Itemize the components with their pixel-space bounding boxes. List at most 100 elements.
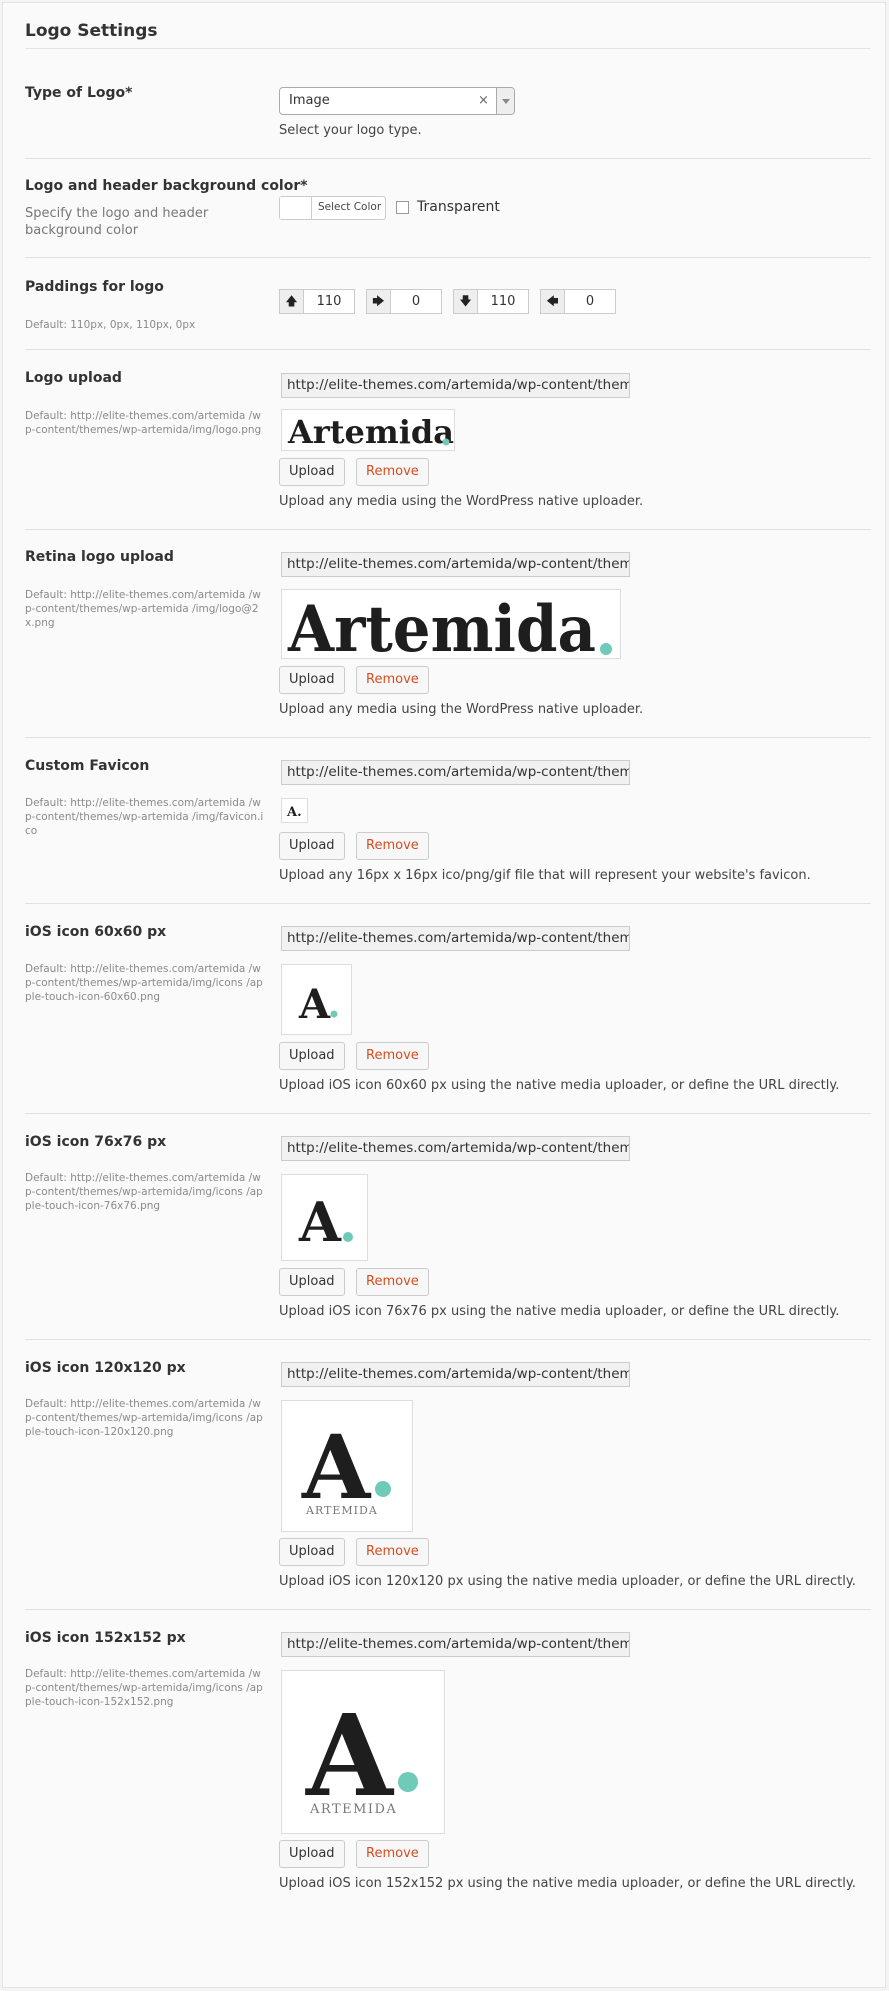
divider [25,737,871,738]
transparent-label[interactable]: Transparent [417,199,500,215]
logo-type-selected: Image [289,93,330,108]
ios-152-hint: Upload iOS icon 152x152 px using the nat… [279,1876,856,1891]
divider [25,349,871,350]
padding-top-field[interactable]: 🡅 110 [279,289,355,314]
ios-120-default: Default: http://elite-themes.com/artemid… [25,1398,263,1438]
divider [25,158,871,159]
color-swatch [280,197,312,219]
ios-152-url-input[interactable]: http://elite-themes.com/artemida/wp-cont… [281,1632,630,1657]
retina-logo-preview-image: Artemida [287,592,612,667]
logo-upload-default: Default: http://elite-themes.com/artemid… [25,410,262,436]
ios-60-hint: Upload iOS icon 60x60 px using the nativ… [279,1078,840,1093]
padding-right-field[interactable]: 🡆 0 [366,289,442,314]
divider [25,903,871,904]
ios-152-preview-image: A ARTEMIDA [305,1691,418,1822]
ios-120-preview-image: A ARTEMIDA [301,1415,391,1519]
type-of-logo-label: Type of Logo* [25,85,133,101]
svg-text:ARTEMIDA: ARTEMIDA [305,1504,378,1517]
ios-76-preview-image: A [298,1190,353,1254]
svg-text:ARTEMIDA: ARTEMIDA [309,1802,397,1817]
ios-152-preview: A ARTEMIDA [281,1670,445,1834]
title-divider [25,48,871,49]
logo-url-input[interactable]: http://elite-themes.com/artemida/wp-cont… [281,373,630,398]
svg-text:Artemida: Artemida [287,592,596,658]
favicon-hint: Upload any 16px x 16px ico/png/gif file … [279,868,811,883]
retina-logo-default: Default: http://elite-themes.com/artemid… [25,589,261,629]
page-title: Logo Settings [25,21,158,41]
ios-76-hint: Upload iOS icon 76x76 px using the nativ… [279,1304,840,1319]
ios-60-label: iOS icon 60x60 px [25,924,167,940]
ios-76-preview: A [281,1174,368,1261]
padding-bottom-value[interactable]: 110 [478,294,528,309]
select-color-button[interactable]: Select Color [279,196,386,220]
logo-upload-label: Logo upload [25,370,122,386]
ios-152-upload-button[interactable]: Upload [279,1840,345,1868]
retina-logo-preview: Artemida [281,589,621,667]
logo-preview-image: Artemida [287,413,454,451]
select-color-label: Select Color [318,201,382,213]
divider [25,529,871,530]
arrow-down-icon: 🡇 [454,290,478,313]
favicon-preview-image: A. [286,805,302,820]
arrow-right-icon: 🡆 [367,290,391,313]
logo-type-hint: Select your logo type. [279,123,422,138]
ios-120-preview: A ARTEMIDA [281,1400,413,1532]
ios-76-default: Default: http://elite-themes.com/artemid… [25,1172,263,1212]
ios-60-upload-button[interactable]: Upload [279,1042,345,1070]
ios-60-preview-image: A [298,981,338,1028]
ios-152-remove-button[interactable]: Remove [356,1840,429,1868]
ios-60-preview: A [281,964,352,1035]
favicon-preview: A. [281,798,308,823]
retina-logo-hint: Upload any media using the WordPress nat… [279,702,644,717]
favicon-url-input[interactable]: http://elite-themes.com/artemida/wp-cont… [281,760,630,785]
padding-left-value[interactable]: 0 [565,294,615,309]
padding-bottom-field[interactable]: 🡇 110 [453,289,529,314]
svg-text:A.: A. [286,805,302,820]
paddings-label: Paddings for logo [25,279,164,295]
retina-logo-upload-button[interactable]: Upload [279,666,345,694]
padding-left-field[interactable]: 🡄 0 [540,289,616,314]
svg-text:A: A [298,1190,342,1254]
ios-60-url-input[interactable]: http://elite-themes.com/artemida/wp-cont… [281,926,630,951]
svg-text:Artemida: Artemida [287,413,454,450]
arrow-up-icon: 🡅 [280,290,304,313]
retina-logo-remove-button[interactable]: Remove [356,666,429,694]
favicon-label: Custom Favicon [25,758,150,774]
svg-text:A: A [298,981,331,1028]
ios-60-default: Default: http://elite-themes.com/artemid… [25,963,263,1003]
padding-right-value[interactable]: 0 [391,294,441,309]
ios-76-url-input[interactable]: http://elite-themes.com/artemida/wp-cont… [281,1136,630,1161]
favicon-default: Default: http://elite-themes.com/artemid… [25,797,264,837]
chevron-down-icon[interactable] [496,88,514,114]
padding-top-value[interactable]: 110 [304,294,354,309]
ios-120-upload-button[interactable]: Upload [279,1538,345,1566]
ios-76-upload-button[interactable]: Upload [279,1268,345,1296]
retina-logo-url-input[interactable]: http://elite-themes.com/artemida/wp-cont… [281,552,630,577]
divider [25,1339,871,1340]
retina-logo-label: Retina logo upload [25,549,174,565]
divider [25,1113,871,1114]
ios-76-remove-button[interactable]: Remove [356,1268,429,1296]
ios-120-label: iOS icon 120x120 px [25,1360,186,1376]
favicon-remove-button[interactable]: Remove [356,832,429,860]
ios-60-remove-button[interactable]: Remove [356,1042,429,1070]
ios-152-label: iOS icon 152x152 px [25,1630,186,1646]
ios-120-hint: Upload iOS icon 120x120 px using the nat… [279,1574,856,1589]
arrow-left-icon: 🡄 [541,290,565,313]
clear-icon[interactable]: × [478,93,489,108]
logo-preview: Artemida [281,409,455,451]
logo-remove-button[interactable]: Remove [356,458,429,486]
ios-120-remove-button[interactable]: Remove [356,1538,429,1566]
divider [25,1609,871,1610]
ios-152-default: Default: http://elite-themes.com/artemid… [25,1668,263,1708]
favicon-upload-button[interactable]: Upload [279,832,345,860]
logo-upload-hint: Upload any media using the WordPress nat… [279,494,644,509]
ios-120-url-input[interactable]: http://elite-themes.com/artemida/wp-cont… [281,1362,630,1387]
bg-color-description: Specify the logo and header background c… [25,206,209,238]
logo-type-select[interactable]: Image × [279,87,515,115]
settings-panel: Logo Settings Type of Logo* Image × Sele… [2,2,886,1988]
paddings-default: Default: 110px, 0px, 110px, 0px [25,319,196,331]
bg-color-label: Logo and header background color* [25,178,308,194]
logo-upload-button[interactable]: Upload [279,458,345,486]
transparent-checkbox[interactable] [396,201,409,214]
